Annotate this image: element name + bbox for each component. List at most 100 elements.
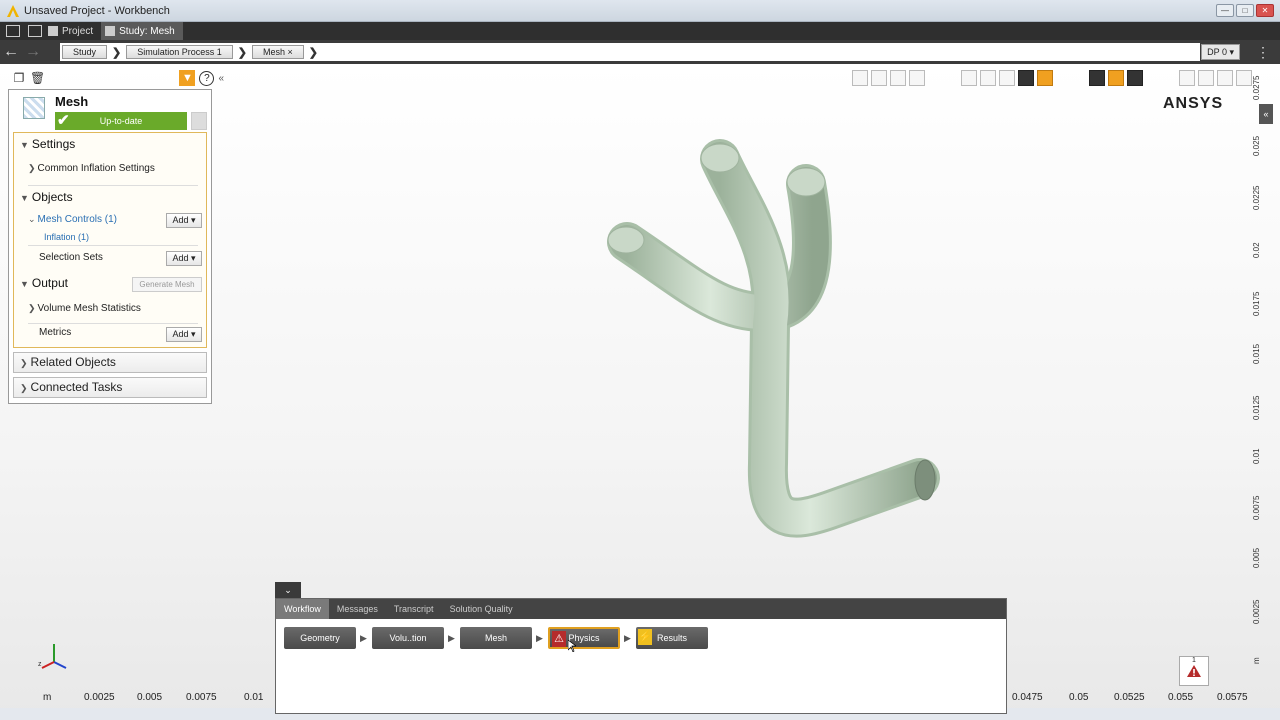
chevron-right-icon: ❯ xyxy=(20,383,28,393)
app-menu-icon[interactable] xyxy=(6,25,20,37)
divider xyxy=(28,323,198,324)
rotate-icon[interactable] xyxy=(1179,70,1195,86)
chevron-right-icon: ❯ xyxy=(20,358,28,368)
expand-side-panel-icon[interactable]: « xyxy=(1259,104,1273,124)
tab-workflow[interactable]: Workflow xyxy=(276,599,329,619)
chevron-down-icon: ▼ xyxy=(20,140,29,150)
status-label: Up-to-date xyxy=(99,116,143,126)
chevron-right-icon: ❯ xyxy=(28,303,36,313)
crumb-mesh[interactable]: Mesh × xyxy=(252,45,304,59)
close-button[interactable]: ✕ xyxy=(1256,4,1274,17)
add-selection-set-button[interactable]: Add ▾ xyxy=(166,251,202,266)
zoom-icon[interactable] xyxy=(1217,70,1233,86)
generate-mesh-button[interactable]: Generate Mesh xyxy=(132,277,202,292)
warning-count: 1 xyxy=(1192,657,1196,664)
ruler-tick: 0.015 xyxy=(1252,343,1261,364)
zoom-box-icon[interactable] xyxy=(1108,70,1124,86)
crumb-separator-icon: ❯ xyxy=(308,46,318,59)
view-bottom-icon[interactable] xyxy=(909,70,925,86)
copy-icon[interactable]: ❐ xyxy=(12,71,26,85)
view-toolbar xyxy=(852,70,1252,86)
status-badge: ✔ Up-to-date xyxy=(55,112,187,130)
collapse-panel-icon[interactable]: « xyxy=(218,73,224,84)
inflation-item[interactable]: Inflation (1) xyxy=(44,232,89,242)
crumb-separator-icon: ❯ xyxy=(237,46,247,59)
select-mode-icon[interactable] xyxy=(1037,70,1053,86)
ruler-tick: 0.02 xyxy=(1252,242,1261,258)
ruler-tick: 0.0575 xyxy=(1217,692,1248,703)
select-face-icon[interactable] xyxy=(980,70,996,86)
tab-messages[interactable]: Messages xyxy=(329,599,386,619)
view-top-icon[interactable] xyxy=(890,70,906,86)
fit-view-icon[interactable] xyxy=(1089,70,1105,86)
workflow-steps: Geometry ▶ Volu..tion ▶ Mesh ▶ ⚠ Physics… xyxy=(284,627,1004,649)
connected-tasks-section[interactable]: ❯ Connected Tasks xyxy=(13,377,207,398)
related-objects-label: Related Objects xyxy=(30,355,116,369)
forward-arrow-icon[interactable]: → xyxy=(22,43,44,61)
output-header[interactable]: ▼ Output xyxy=(20,276,68,290)
crumb-simulation-process[interactable]: Simulation Process 1 xyxy=(126,45,233,59)
ansys-logo-icon xyxy=(7,4,19,17)
tab-study-label: Study: Mesh xyxy=(119,25,175,37)
checkmark-icon: ✔ xyxy=(57,112,70,129)
filter-icon[interactable]: ▼ xyxy=(179,70,196,86)
panel-title: Mesh xyxy=(55,94,89,109)
common-inflation-settings-item[interactable]: ❯ Common Inflation Settings xyxy=(28,163,155,174)
mouse-cursor-icon xyxy=(568,640,576,652)
ansys-brand: ANSYS xyxy=(1163,95,1224,112)
chevron-down-icon: ▼ xyxy=(20,193,29,203)
maximize-button[interactable]: □ xyxy=(1236,4,1254,17)
metrics-item[interactable]: Metrics xyxy=(39,327,71,338)
update-button[interactable] xyxy=(191,112,207,130)
step-mesh[interactable]: Mesh xyxy=(460,627,532,649)
ruler-tick: 0.01 xyxy=(1252,448,1261,464)
collapse-workflow-icon[interactable]: ⌄ xyxy=(275,582,301,598)
mesh-controls-item[interactable]: ⌄ Mesh Controls (1) xyxy=(28,214,117,225)
flow-arrow-icon: ▶ xyxy=(360,633,367,643)
design-point-select[interactable]: DP 0 ▾ xyxy=(1201,44,1240,60)
settings-header[interactable]: ▼ Settings xyxy=(20,137,75,151)
settings-label: Settings xyxy=(31,137,76,151)
project-icon xyxy=(48,26,58,36)
view-front-icon[interactable] xyxy=(852,70,868,86)
more-options-icon[interactable]: ⋮ xyxy=(1256,44,1270,61)
minimize-button[interactable]: — xyxy=(1216,4,1234,17)
crumb-study[interactable]: Study xyxy=(62,45,108,59)
select-body-icon[interactable] xyxy=(961,70,977,86)
add-mesh-control-button[interactable]: Add ▾ xyxy=(166,213,202,228)
chevron-down-icon: ⌄ xyxy=(28,214,36,224)
toolbar-spacer xyxy=(1146,70,1176,86)
workflow-panel: Workflow Messages Transcript Solution Qu… xyxy=(275,598,1007,714)
step-results[interactable]: ⚡ Results xyxy=(636,627,708,649)
save-icon[interactable] xyxy=(28,25,42,37)
step-volume-extraction[interactable]: Volu..tion xyxy=(372,627,444,649)
objects-label: Objects xyxy=(31,190,73,204)
delete-icon[interactable]: 🗑 xyxy=(30,71,45,85)
select-edge-icon[interactable] xyxy=(999,70,1015,86)
warnings-indicator[interactable]: 1 xyxy=(1179,656,1209,686)
pan-icon[interactable] xyxy=(1198,70,1214,86)
tab-study-mesh[interactable]: Study: Mesh xyxy=(101,22,183,40)
back-arrow-icon[interactable]: ← xyxy=(0,43,22,61)
help-icon[interactable]: ? xyxy=(199,70,215,86)
tab-solution-quality[interactable]: Solution Quality xyxy=(442,599,521,619)
objects-header[interactable]: ▼ Objects xyxy=(20,190,73,204)
ruler-tick: 0.0225 xyxy=(1252,185,1261,210)
panel-header: Mesh ✔ Up-to-date xyxy=(17,94,207,130)
probe-icon[interactable] xyxy=(1236,70,1252,86)
mesh-controls-label: Mesh Controls (1) xyxy=(37,214,118,225)
volume-mesh-statistics-item[interactable]: ❯ Volume Mesh Statistics xyxy=(28,303,141,314)
view-back-icon[interactable] xyxy=(871,70,887,86)
svg-text:z: z xyxy=(38,661,42,668)
select-vertex-icon[interactable] xyxy=(1018,70,1034,86)
selection-sets-item[interactable]: Selection Sets xyxy=(39,252,103,263)
ruler-tick: 0.01 xyxy=(244,692,264,703)
settings-objects-output-section: ▼ Settings ❯ Common Inflation Settings ▼ Ob… xyxy=(13,132,207,348)
tab-transcript[interactable]: Transcript xyxy=(386,599,442,619)
tab-project[interactable]: Project xyxy=(44,22,101,40)
add-metric-button[interactable]: Add ▾ xyxy=(166,327,202,342)
step-physics[interactable]: ⚠ Physics xyxy=(548,627,620,649)
related-objects-section[interactable]: ❯ Related Objects xyxy=(13,352,207,373)
step-geometry[interactable]: Geometry xyxy=(284,627,356,649)
expand-icon[interactable] xyxy=(1127,70,1143,86)
